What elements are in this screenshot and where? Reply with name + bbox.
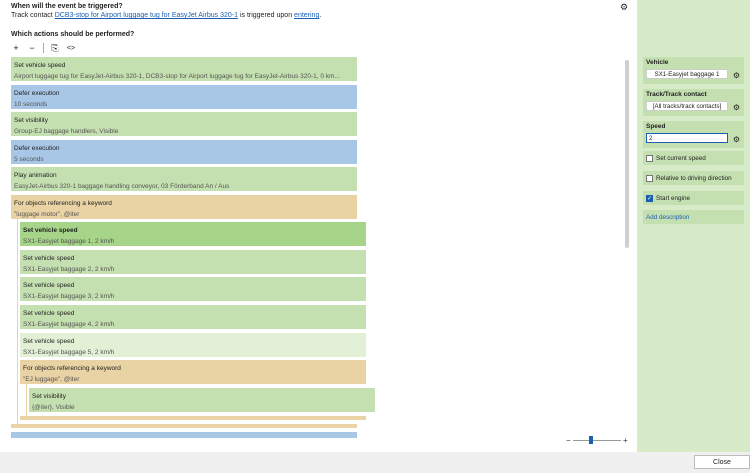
trigger-event-link[interactable]: entering — [294, 12, 319, 19]
action-title: Set vehicle speed — [23, 227, 78, 234]
track-contact-label: Track/Track contact — [646, 91, 707, 98]
keyword-loop-block[interactable]: For objects referencing a keyword "lugga… — [11, 195, 357, 219]
loop-indent-line — [26, 384, 27, 420]
action-title: Set visibility — [32, 393, 66, 400]
question-when: When will the event be triggered? — [11, 3, 123, 10]
vehicle-label: Vehicle — [646, 59, 669, 66]
outer-loop-end — [11, 424, 357, 428]
action-title: For objects referencing a keyword — [14, 200, 112, 207]
action-title: Set visibility — [14, 117, 48, 124]
speed-label: Speed — [646, 123, 666, 130]
trigger-contact-link[interactable]: DCB3-stop for Airport luggage tug for Ea… — [55, 12, 238, 19]
gear-icon[interactable]: ⚙ — [620, 2, 628, 13]
track-contact-field[interactable]: [All tracks/track contacts] — [646, 101, 728, 111]
action-title: Set vehicle speed — [23, 338, 75, 345]
add-icon[interactable]: + — [11, 43, 21, 53]
action-title: Set vehicle speed — [14, 62, 66, 69]
inner-loop-end — [20, 416, 366, 420]
action-title: For objects referencing a keyword — [23, 365, 121, 372]
action-block[interactable]: Set vehicle speed SX1-Easyjet baggage 3,… — [20, 277, 366, 301]
relative-direction-option[interactable]: Relative to driving direction — [643, 171, 744, 185]
start-engine-option[interactable]: ✓ Start engine — [643, 191, 744, 205]
action-subtitle: {@iter}, Visible — [32, 404, 75, 411]
zoom-out-icon[interactable]: − — [566, 436, 571, 445]
action-subtitle: 10 seconds — [14, 101, 48, 108]
gear-icon[interactable]: ⚙ — [733, 103, 740, 112]
action-subtitle: "luggage motor", @iter — [14, 211, 80, 218]
action-subtitle: "EJ luggage", @iter — [23, 376, 80, 383]
action-title: Defer execution — [14, 145, 60, 152]
question-actions: Which actions should be performed? — [11, 31, 135, 38]
relative-direction-checkbox[interactable] — [646, 174, 653, 182]
action-block[interactable]: Set vehicle speed SX1-Easyjet baggage 4,… — [20, 305, 366, 329]
action-block[interactable]: Play animation EasyJet-Airbus 320-1 bagg… — [11, 167, 357, 191]
relative-direction-label: Relative to driving direction — [656, 174, 732, 182]
trigger-mid: is triggered upon — [239, 12, 293, 19]
trigger-end: . — [319, 12, 322, 19]
dialog-footer — [0, 452, 750, 473]
action-block[interactable]: Defer execution 5 seconds — [11, 140, 357, 164]
action-title: Set vehicle speed — [23, 282, 75, 289]
zoom-slider-track[interactable] — [573, 440, 621, 441]
actions-toolbar: + − ⎘ <> — [11, 43, 76, 53]
loop-indent-line — [17, 219, 18, 425]
action-block[interactable]: Set visibility Group-EJ baggage handlers… — [11, 112, 357, 136]
set-current-speed-checkbox[interactable] — [646, 154, 653, 162]
action-subtitle: Group-EJ baggage handlers, Visible — [14, 128, 119, 135]
action-subtitle: EasyJet-Airbus 320-1 baggage handling co… — [14, 183, 230, 190]
next-action-partial[interactable] — [11, 432, 357, 438]
action-subtitle: SX1-Easyjet baggage 1, 2 km/h — [23, 238, 115, 245]
trigger-sentence: Track contact DCB3-stop for Airport lugg… — [11, 12, 321, 19]
event-editor-main: When will the event be triggered? Track … — [0, 0, 637, 452]
close-button[interactable]: Close — [694, 455, 750, 469]
action-title: Set vehicle speed — [23, 255, 75, 262]
action-block[interactable]: Set visibility {@iter}, Visible — [29, 388, 375, 412]
action-title: Play animation — [14, 172, 57, 179]
gear-icon[interactable]: ⚙ — [733, 135, 740, 144]
action-block[interactable]: Set vehicle speed Airport luggage tug fo… — [11, 57, 357, 81]
speed-field[interactable]: 2 — [646, 133, 728, 143]
vertical-scrollbar[interactable] — [625, 60, 629, 248]
action-block[interactable]: Set vehicle speed SX1-Easyjet baggage 5,… — [20, 333, 366, 357]
vehicle-field[interactable]: SX1-Easyjet baggage 1 — [646, 69, 728, 79]
action-subtitle: SX1-Easyjet baggage 3, 2 km/h — [23, 293, 115, 300]
remove-icon[interactable]: − — [27, 43, 37, 53]
action-title: Defer execution — [14, 90, 60, 97]
action-subtitle: 5 seconds — [14, 156, 44, 163]
action-subtitle: SX1-Easyjet baggage 4, 2 km/h — [23, 321, 115, 328]
set-current-speed-label: Set current speed — [656, 154, 706, 162]
vehicle-section: Vehicle SX1-Easyjet baggage 1 ⚙ — [643, 57, 744, 84]
start-engine-checkbox[interactable]: ✓ — [646, 194, 653, 202]
action-subtitle: SX1-Easyjet baggage 2, 2 km/h — [23, 266, 115, 273]
action-block[interactable]: Defer execution 10 seconds — [11, 85, 357, 109]
zoom-in-icon[interactable]: + — [623, 436, 628, 445]
speed-section: Speed 2 ⚙ — [643, 121, 744, 148]
gear-icon[interactable]: ⚙ — [733, 71, 740, 80]
action-block-selected[interactable]: Set vehicle speed SX1-Easyjet baggage 1,… — [20, 222, 366, 246]
set-current-speed-option[interactable]: Set current speed — [643, 151, 744, 165]
action-block[interactable]: Set vehicle speed SX1-Easyjet baggage 2,… — [20, 250, 366, 274]
toolbar-separator — [43, 43, 44, 53]
action-subtitle: SX1-Easyjet baggage 5, 2 km/h — [23, 349, 115, 356]
track-contact-section: Track/Track contact [All tracks/track co… — [643, 89, 744, 116]
code-icon[interactable]: <> — [66, 43, 76, 53]
zoom-slider-thumb[interactable] — [589, 436, 593, 444]
action-subtitle: Airport luggage tug for EasyJet-Airbus 3… — [14, 73, 340, 80]
keyword-loop-block[interactable]: For objects referencing a keyword "EJ lu… — [20, 360, 366, 384]
copy-icon[interactable]: ⎘ — [50, 43, 60, 53]
add-description-link[interactable]: Add description — [643, 210, 744, 224]
start-engine-label: Start engine — [656, 194, 690, 202]
action-title: Set vehicle speed — [23, 310, 75, 317]
trigger-prefix: Track contact — [11, 12, 53, 19]
